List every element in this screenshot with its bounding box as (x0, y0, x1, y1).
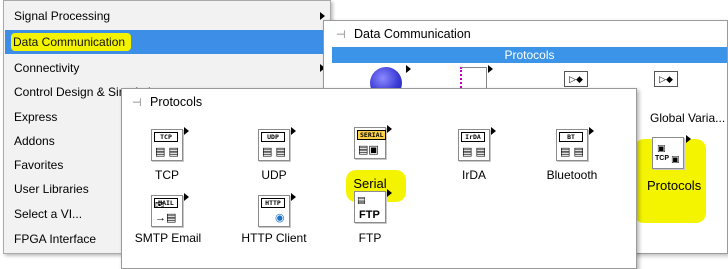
menu-item-label: Signal Processing (14, 9, 111, 23)
menu-item-label: Select a VI... (14, 207, 83, 221)
global-variable-icon[interactable]: ▷◆ (654, 71, 678, 87)
submenu-arrow-icon (387, 189, 392, 197)
irda-label[interactable]: IrDA (444, 168, 504, 182)
smtp-email-label[interactable]: SMTP Email (130, 231, 206, 245)
menu-item-label: Favorites (14, 158, 64, 172)
menu-item-label: Data Communication (11, 33, 132, 51)
menu-item-signal-processing[interactable]: Signal Processing (5, 4, 329, 28)
menu-item-label: Connectivity (14, 61, 80, 75)
menu-item-label: FPGA Interface (14, 232, 97, 246)
serial-icon[interactable]: SERIAL ▤▣ (354, 127, 387, 159)
pin-icon[interactable]: ⊣ (336, 26, 350, 44)
pin-icon[interactable]: ⊣ (132, 94, 146, 112)
http-client-label[interactable]: HTTP Client (234, 231, 314, 245)
submenu-arrow-icon (184, 127, 189, 135)
submenu-arrow-icon (387, 125, 392, 133)
udp-label[interactable]: UDP (244, 168, 304, 182)
protocols-label[interactable]: Protocols (647, 178, 701, 193)
bluetooth-label[interactable]: Bluetooth (536, 168, 608, 182)
menu-item-label: Addons (14, 134, 55, 148)
submenu-arrow-icon (589, 127, 594, 135)
palette-title: ⊣ Data Communication (336, 25, 471, 43)
menu-item-connectivity[interactable]: Connectivity (5, 56, 329, 80)
menu-item-data-communication[interactable]: Data Communication (5, 30, 329, 54)
tcp-icon[interactable]: TCP ▤ ▤ (151, 129, 183, 161)
stream-icon[interactable]: ▷◆ (564, 71, 588, 87)
submenu-arrow-icon (488, 65, 493, 73)
smtp-email-icon[interactable]: MAIL ✉→▤ (151, 195, 183, 227)
ftp-icon[interactable]: ▤ FTP (354, 191, 386, 223)
ftp-label[interactable]: FTP (344, 231, 396, 245)
section-header-protocols: Protocols (332, 47, 727, 63)
submenu-arrow-icon (406, 65, 411, 73)
menu-item-label: Express (14, 110, 58, 124)
irda-icon[interactable]: IrDA ▤ ▤ (458, 129, 490, 161)
bluetooth-icon[interactable]: BT ▤ ▤ (556, 129, 588, 161)
submenu-arrow-icon (686, 135, 691, 143)
submenu-arrow-icon (184, 193, 189, 201)
tcp-label[interactable]: TCP (137, 168, 197, 182)
http-client-icon[interactable]: HTTP ◉ (258, 195, 290, 227)
submenu-arrow-icon (291, 193, 296, 201)
submenu-arrow-icon (291, 127, 296, 135)
udp-icon[interactable]: UDP ▤ ▤ (258, 129, 290, 161)
protocols-icon[interactable]: ▣ TCP ▣ (652, 137, 684, 169)
submenu-arrow-icon (320, 12, 325, 20)
palette-title: ⊣ Protocols (132, 93, 202, 111)
protocols-palette: ⊣ Protocols TCP ▤ ▤ TCP UDP ▤ ▤ UDP SERIA… (121, 88, 637, 269)
submenu-arrow-icon (491, 127, 496, 135)
menu-item-label: User Libraries (14, 182, 89, 196)
global-variable-label[interactable]: Global Varia... (650, 111, 725, 125)
